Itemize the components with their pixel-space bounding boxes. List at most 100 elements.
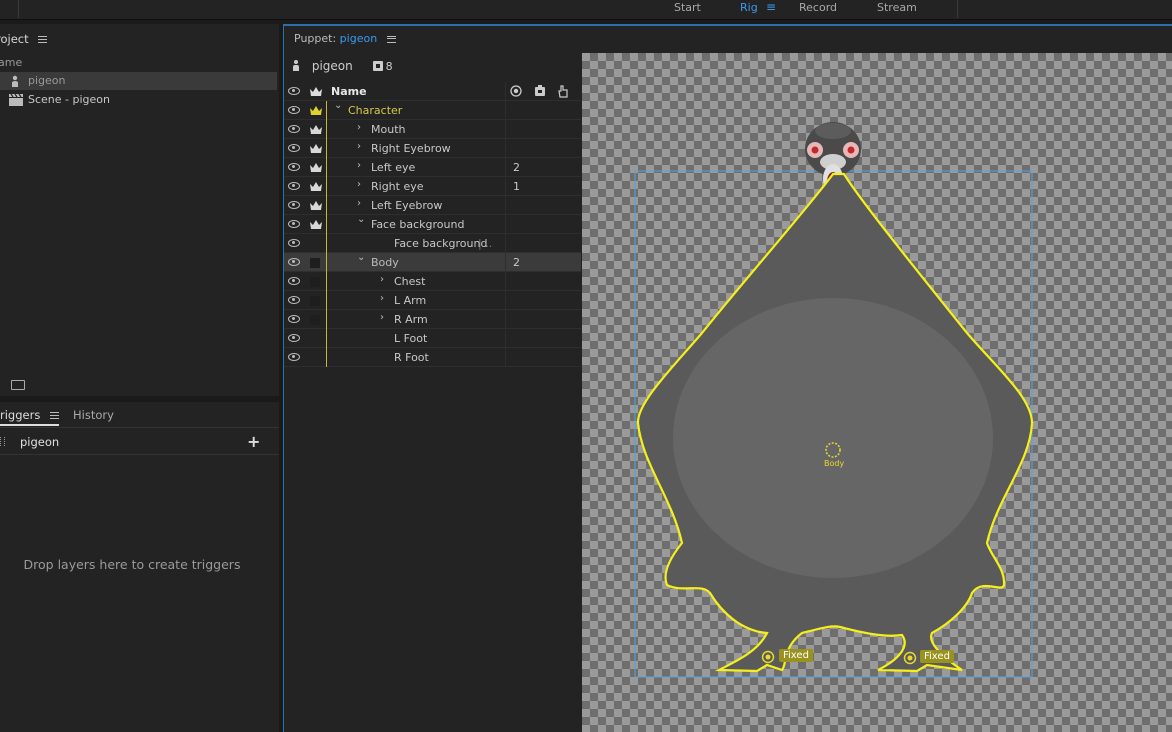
hierarchy-guide	[326, 158, 327, 177]
chevron-right-icon[interactable]: ›	[380, 274, 384, 285]
layer-name: Body	[371, 256, 399, 269]
visibility-eye-icon[interactable]	[288, 353, 300, 361]
layer-row[interactable]: › Mouth	[284, 120, 581, 139]
mode-rig[interactable]: Rig	[740, 1, 758, 14]
divider	[18, 0, 19, 18]
mode-start[interactable]: Start	[674, 1, 701, 14]
chevron-down-icon[interactable]: ⌄	[357, 252, 365, 263]
new-folder-icon[interactable]	[11, 380, 25, 390]
layer-name: Character	[348, 104, 403, 117]
project-item-pigeon[interactable]: pigeon	[0, 72, 277, 90]
layers-icon	[372, 61, 383, 71]
tab-triggers[interactable]: riggers	[0, 408, 59, 426]
hierarchy-guide	[326, 329, 327, 348]
chevron-right-icon[interactable]: ›	[380, 312, 384, 323]
visibility-eye-icon[interactable]	[288, 144, 300, 152]
layer-tag-count: 2	[513, 256, 520, 269]
divider	[505, 196, 506, 215]
visibility-eye-icon[interactable]	[288, 239, 300, 247]
layer-row[interactable]: › Chest	[284, 272, 581, 291]
crown-icon[interactable]	[310, 124, 322, 135]
layer-row[interactable]: ⌄ Body 2	[284, 252, 581, 272]
drag-handle-icon[interactable]	[0, 437, 5, 446]
layer-table: Name ⌄ Character › Mouth › Right Eyebrow › Left…	[284, 82, 581, 367]
fixed-handle-label-left[interactable]: Fixed	[779, 649, 813, 662]
layer-name: Left eye	[371, 161, 416, 174]
chevron-right-icon[interactable]: ›	[380, 293, 384, 304]
divider	[957, 0, 958, 18]
chevron-right-icon[interactable]: ›	[357, 179, 361, 190]
origin-icon[interactable]	[510, 85, 522, 97]
visibility-eye-icon[interactable]	[288, 315, 300, 323]
chevron-down-icon[interactable]: ⌄	[357, 214, 365, 225]
layer-row[interactable]: › L Arm	[284, 291, 581, 310]
name-column-header[interactable]: ame	[0, 56, 22, 69]
divider	[505, 215, 506, 234]
rig-menu-icon[interactable]: ≡	[766, 0, 776, 14]
visibility-eye-icon[interactable]	[288, 87, 300, 95]
independent-toggle[interactable]	[310, 296, 320, 306]
layer-name: Left Eyebrow	[371, 199, 443, 212]
divider	[505, 310, 506, 329]
project-item-scene[interactable]: Scene - pigeon	[0, 91, 277, 109]
layer-row[interactable]: › R Arm	[284, 310, 581, 329]
tag-icon[interactable]	[534, 85, 546, 97]
project-menu-icon[interactable]	[38, 36, 48, 43]
puppet-icon	[9, 75, 21, 87]
scene-icon	[9, 93, 23, 106]
layer-row[interactable]: ⌄ Face background	[284, 214, 581, 234]
crown-icon[interactable]	[310, 162, 322, 173]
add-trigger-button[interactable]: +	[247, 432, 260, 451]
mode-record[interactable]: Record	[799, 1, 837, 14]
project-panel-title: roject	[0, 32, 48, 46]
independent-toggle[interactable]	[310, 277, 320, 287]
mode-stream[interactable]: Stream	[877, 1, 917, 14]
chevron-right-icon[interactable]: ›	[357, 141, 361, 152]
layer-row[interactable]: Face background | ..	[284, 234, 581, 253]
chevron-right-icon[interactable]: ›	[357, 198, 361, 209]
divider	[505, 291, 506, 310]
project-item-label: pigeon	[28, 74, 66, 87]
divider	[505, 348, 506, 367]
layer-row[interactable]: ⌄ Character	[284, 100, 581, 120]
crown-icon[interactable]	[310, 86, 322, 97]
layer-row[interactable]: R Foot	[284, 348, 581, 367]
layer-row[interactable]: › Left Eyebrow	[284, 196, 581, 215]
independent-toggle[interactable]	[310, 315, 320, 325]
layer-name: Mouth	[371, 123, 406, 136]
layer-row[interactable]: › Left eye 2	[284, 158, 581, 177]
crown-icon[interactable]	[310, 219, 322, 230]
layer-row[interactable]: › Right Eyebrow	[284, 139, 581, 158]
crown-icon[interactable]	[310, 200, 322, 211]
chevron-right-icon[interactable]: ›	[357, 122, 361, 133]
visibility-eye-icon[interactable]	[288, 296, 300, 304]
divider	[505, 272, 506, 291]
puppet-menu-icon[interactable]	[386, 35, 396, 43]
visibility-eye-icon[interactable]	[288, 201, 300, 209]
tab-history[interactable]: History	[73, 408, 114, 422]
visibility-eye-icon[interactable]	[288, 163, 300, 171]
visibility-eye-icon[interactable]	[288, 334, 300, 342]
fixed-handle-label-right[interactable]: Fixed	[920, 650, 954, 663]
visibility-eye-icon[interactable]	[288, 277, 300, 285]
rig-canvas[interactable]: Body Fixed Fixed	[582, 53, 1172, 732]
hand-handle-icon[interactable]	[557, 85, 569, 98]
crown-icon[interactable]	[310, 143, 322, 154]
divider	[505, 101, 506, 120]
visibility-eye-icon[interactable]	[288, 258, 300, 266]
crown-icon[interactable]	[310, 105, 322, 116]
visibility-eye-icon[interactable]	[288, 125, 300, 133]
name-column-header[interactable]: Name	[331, 85, 367, 98]
chevron-right-icon[interactable]: ›	[357, 160, 361, 171]
visibility-eye-icon[interactable]	[288, 106, 300, 114]
layer-name: Chest	[394, 275, 426, 288]
crown-icon[interactable]	[310, 181, 322, 192]
triggers-menu-icon[interactable]	[49, 412, 59, 419]
independent-toggle[interactable]	[310, 258, 320, 268]
triggers-panel: riggers History pigeon + Drop layers her…	[0, 402, 279, 732]
visibility-eye-icon[interactable]	[288, 182, 300, 190]
visibility-eye-icon[interactable]	[288, 220, 300, 228]
layer-row[interactable]: L Foot	[284, 329, 581, 348]
layer-row[interactable]: › Right eye 1	[284, 177, 581, 196]
chevron-down-icon[interactable]: ⌄	[334, 100, 342, 111]
